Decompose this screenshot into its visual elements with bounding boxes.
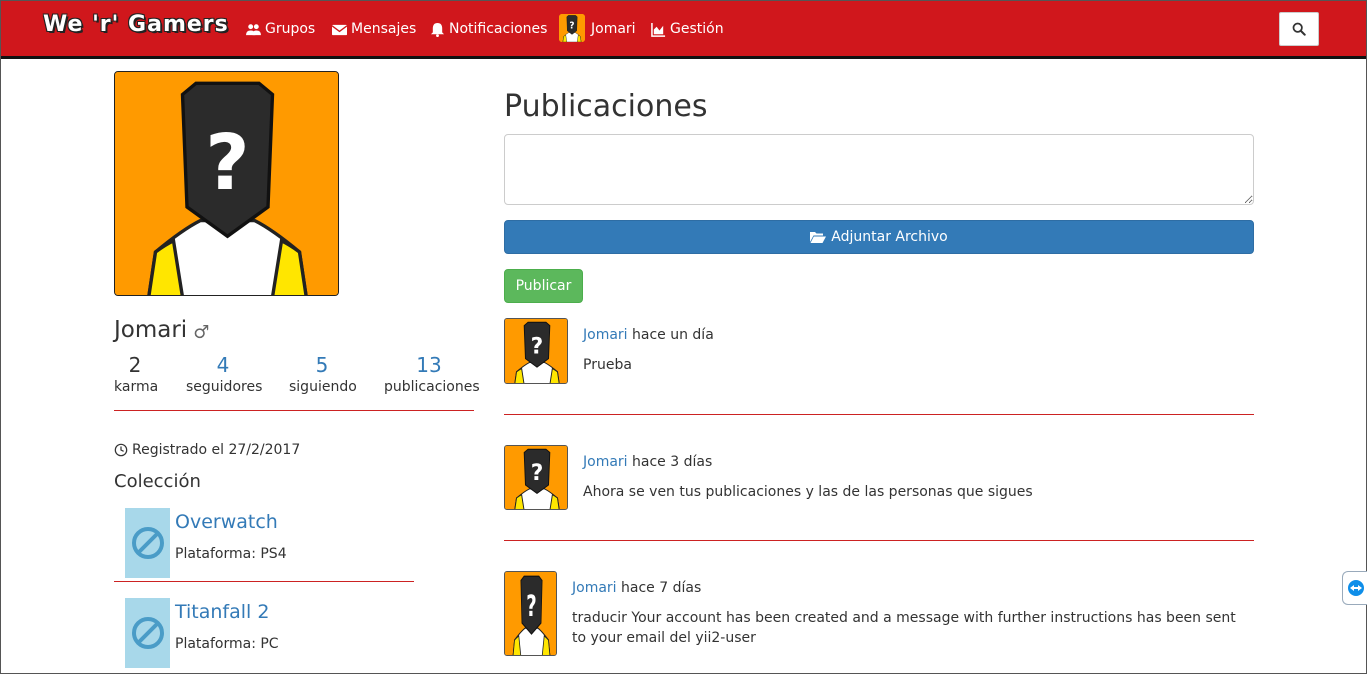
stat-publicaciones-label: publicaciones	[384, 379, 480, 395]
game-thumbnail[interactable]	[125, 508, 170, 578]
profile-stats: 2 karma 4 seguidores 5 siguiendo 13 publ…	[114, 353, 480, 411]
stat-karma-value: 2	[128, 353, 142, 377]
profile-name: Jomari ♂	[114, 317, 209, 343]
male-icon: ♂	[193, 321, 210, 343]
publish-button[interactable]: Publicar	[504, 269, 583, 303]
post-meta: Jomari hace un día	[583, 327, 714, 343]
game-title[interactable]: Overwatch	[175, 511, 278, 533]
collection-game: Titanfall 2 Plataforma: PC	[114, 598, 414, 674]
stat-publicaciones[interactable]: 13 publicaciones	[384, 353, 480, 395]
post-input[interactable]	[504, 134, 1254, 205]
list-item: Jomari hace 3 días Ahora se ven tus publ…	[504, 445, 1254, 545]
registered-text: Registrado el 27/2/2017	[132, 442, 301, 458]
stat-siguiendo[interactable]: 5 siguiendo	[289, 353, 357, 395]
post-text: Ahora se ven tus publicaciones y las de …	[583, 484, 1033, 500]
post-time: hace un día	[632, 327, 714, 343]
avatar[interactable]	[504, 318, 568, 384]
collection-title: Colección	[114, 471, 201, 492]
game-thumbnail[interactable]	[125, 598, 170, 668]
stat-publicaciones-value[interactable]: 13	[384, 353, 474, 377]
bell-icon	[430, 22, 445, 37]
game-platform: Plataforma: PC	[175, 636, 279, 652]
stat-siguiendo-value[interactable]: 5	[289, 353, 355, 377]
profile-avatar	[114, 71, 339, 296]
registered-date: Registrado el 27/2/2017	[114, 442, 300, 458]
area-chart-icon	[651, 22, 666, 37]
search-button[interactable]	[1279, 12, 1319, 46]
nav-gestion-label: Gestión	[670, 21, 724, 37]
search-icon	[1292, 22, 1306, 36]
divider	[504, 414, 1254, 415]
post-text: traducir Your account has been created a…	[572, 610, 1236, 646]
nav-mensajes[interactable]: Mensajes	[332, 18, 416, 40]
no-image-icon	[131, 617, 164, 649]
attach-file-button[interactable]: Adjuntar Archivo	[504, 220, 1254, 254]
attach-file-label: Adjuntar Archivo	[831, 229, 948, 245]
post-time: hace 7 días	[621, 580, 702, 596]
stat-karma-label: karma	[114, 379, 159, 395]
nav-mensajes-label: Mensajes	[351, 21, 417, 37]
avatar[interactable]	[504, 571, 557, 656]
avatar	[559, 14, 585, 42]
teamviewer-badge[interactable]	[1342, 571, 1367, 605]
users-icon	[246, 23, 261, 35]
clock-icon	[114, 443, 128, 457]
divider	[504, 540, 1254, 541]
list-item: Jomari hace 7 días traducir Your account…	[504, 571, 1254, 661]
list-item: Jomari hace un día Prueba	[504, 318, 1254, 418]
post-meta: Jomari hace 7 días	[572, 580, 701, 596]
divider	[114, 581, 414, 582]
post-author-link[interactable]: Jomari	[583, 454, 628, 470]
no-image-icon	[131, 527, 164, 559]
stat-seguidores[interactable]: 4 seguidores	[186, 353, 263, 395]
post-author-link[interactable]: Jomari	[572, 580, 617, 596]
page-title: Publicaciones	[504, 89, 708, 124]
top-navbar: We 'r' Gamers Grupos Mensajes Notificaci…	[1, 1, 1366, 59]
post-meta: Jomari hace 3 días	[583, 454, 712, 470]
collection-game: Overwatch Plataforma: PS4	[114, 508, 414, 584]
stat-karma: 2 karma	[114, 353, 159, 395]
nav-grupos[interactable]: Grupos	[246, 18, 315, 40]
nav-notificaciones[interactable]: Notificaciones	[430, 18, 547, 40]
avatar[interactable]	[504, 445, 568, 510]
stat-seguidores-value[interactable]: 4	[186, 353, 260, 377]
brand-logo[interactable]: We 'r' Gamers	[43, 12, 229, 37]
nav-user-jomari[interactable]: Jomari	[559, 14, 636, 42]
folder-open-icon	[810, 231, 827, 243]
stat-siguiendo-label: siguiendo	[289, 379, 357, 395]
nav-gestion[interactable]: Gestión	[651, 18, 724, 40]
nav-user-label: Jomari	[591, 21, 636, 37]
profile-name-text: Jomari	[114, 317, 188, 343]
post-author-link[interactable]: Jomari	[583, 327, 628, 343]
post-text: Prueba	[583, 357, 632, 373]
stat-seguidores-label: seguidores	[186, 379, 263, 395]
nav-notificaciones-label: Notificaciones	[449, 21, 548, 37]
game-title[interactable]: Titanfall 2	[175, 601, 269, 623]
nav-grupos-label: Grupos	[265, 21, 316, 37]
envelope-icon	[332, 24, 347, 35]
remote-support-icon	[1347, 580, 1364, 596]
post-time: hace 3 días	[632, 454, 713, 470]
game-platform: Plataforma: PS4	[175, 546, 287, 562]
